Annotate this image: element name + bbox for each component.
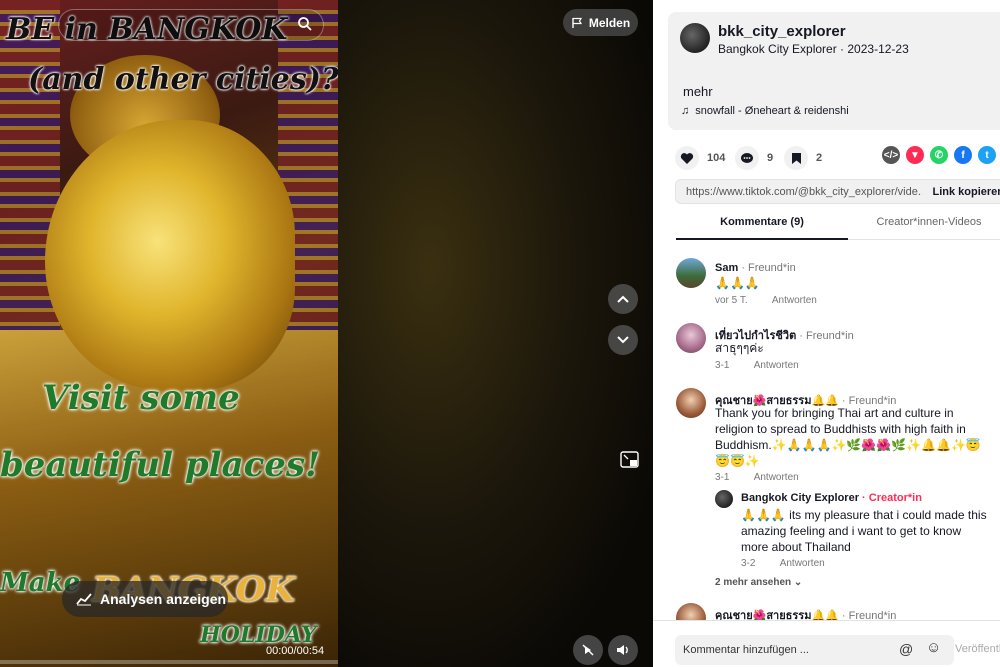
reply-button[interactable]: Antworten [754,472,799,483]
heart-icon [675,146,699,170]
previous-video-button[interactable] [608,284,638,314]
reply-text: 🙏🙏🙏 its my pleasure that i could made th… [741,508,987,554]
facebook-icon[interactable]: f [954,146,972,164]
analytics-button[interactable]: Analysen anzeigen [62,581,228,617]
comment-placeholder: Kommentar hinzufügen ... [683,644,809,656]
comment-text: สาธุๆๆค่ะ [715,341,764,355]
comment-date: 3-1 [715,472,730,483]
music-title: snowfall - Øneheart & reidenshi [695,105,849,117]
like-button[interactable]: 104 [675,146,725,170]
comment-date: 3-1 [715,360,730,371]
creator-badge: · Creator*in [862,492,922,504]
comment-meta: 3-1 Antworten [715,472,821,483]
music-link[interactable]: ♫ snowfall - Øneheart & reidenshi [681,105,849,117]
author-avatar[interactable] [680,23,710,53]
volume-icon [617,645,628,655]
comment-text: 🙏🙏🙏 [715,276,760,290]
music-note-icon: ♫ [681,105,690,117]
more-link[interactable]: mehr [683,84,713,99]
tab-comments[interactable]: Kommentare (9) [676,216,848,240]
comment-date: vor 5 T. [715,295,748,306]
comment-meta: vor 5 T. Antworten [715,295,839,306]
video-time: 00:00/00:54 [266,645,325,657]
bookmark-icon [784,146,808,170]
reply-author-name: Bangkok City Explorer [741,492,859,504]
emoji-icon[interactable]: ☺ [926,639,941,656]
video-blur-background [335,0,653,667]
flag-icon [572,17,582,28]
overlay-line-3: Visit some [42,378,240,418]
comment-author[interactable]: Sam · Freund*in [715,262,796,274]
comment-button[interactable]: 9 [735,146,773,170]
video-progress-bar[interactable] [0,660,338,664]
picture-in-picture-icon[interactable] [620,450,640,470]
save-count: 2 [816,152,823,164]
autoscroll-button[interactable] [573,635,603,665]
report-button[interactable]: Melden [563,9,638,36]
twitter-icon[interactable]: t [978,146,996,164]
comment-meta: 3-1 Antworten [715,360,821,371]
reply-button[interactable]: Antworten [754,360,799,371]
search-icon[interactable] [297,16,313,32]
comment-author-name: Sam [715,262,739,274]
details-panel: bkk_city_explorer Bangkok City Explorer … [653,0,1000,667]
analytics-label: Analysen anzeigen [100,591,227,607]
reply-date: 3-2 [741,558,756,569]
overlay-line-4: beautiful places! [0,445,320,485]
video-url: https://www.tiktok.com/@bkk_city_explore… [686,185,923,198]
comment-text: Thank you for bringing Thai art and cult… [715,406,981,468]
comment-icon [735,146,759,170]
reply-avatar[interactable] [715,490,733,508]
copy-link-box: https://www.tiktok.com/@bkk_city_explore… [675,179,1000,204]
embed-icon[interactable]: </> [882,146,900,164]
whatsapp-icon[interactable]: ✆ [930,146,948,164]
comment-count: 9 [767,152,774,164]
view-more-replies-button[interactable]: 2 mehr ansehen ⌄ [715,577,802,588]
author-username[interactable]: bkk_city_explorer [718,23,846,40]
chart-icon [76,593,92,606]
next-video-button[interactable] [608,325,638,355]
video-search-bar[interactable] [58,9,324,41]
publish-button[interactable]: Veröffentl [955,643,1000,655]
reply-meta: 3-2 Antworten [741,558,847,569]
comment-input[interactable]: Kommentar hinzufügen ... @ ☺ [675,635,954,665]
comment-avatar[interactable] [676,323,706,353]
like-count: 104 [707,152,726,164]
reply-button[interactable]: Antworten [780,558,825,569]
video-area: BE in BANGKOK (and other cities)? Visit … [0,0,653,667]
reply-author[interactable]: Bangkok City Explorer · Creator*in [741,492,922,504]
volume-button[interactable] [608,635,638,665]
overlay-line-2: (and other cities)? [28,62,338,97]
send-icon[interactable]: ▼ [906,146,924,164]
report-label: Melden [588,15,631,30]
buddha-head [45,120,295,390]
comment-avatar[interactable] [676,258,706,288]
reply-button[interactable]: Antworten [772,295,817,306]
chevron-down-icon [617,336,629,344]
copy-link-button[interactable]: Link kopieren [932,186,1000,198]
save-button[interactable]: 2 [784,146,822,170]
friend-badge: · Freund*in [741,262,796,274]
autoscroll-off-icon [582,644,594,656]
comment-avatar[interactable] [676,388,706,418]
author-subtitle: Bangkok City Explorer · 2023-12-23 [718,42,909,56]
video-player[interactable]: BE in BANGKOK (and other cities)? Visit … [0,0,338,667]
chevron-up-icon [617,295,629,303]
post-info-card: bkk_city_explorer Bangkok City Explorer … [668,12,1000,130]
mention-icon[interactable]: @ [899,641,913,657]
tab-creator-videos[interactable]: Creator*innen-Videos [848,216,1000,240]
tiktok-video-page: BE in BANGKOK (and other cities)? Visit … [0,0,1000,667]
